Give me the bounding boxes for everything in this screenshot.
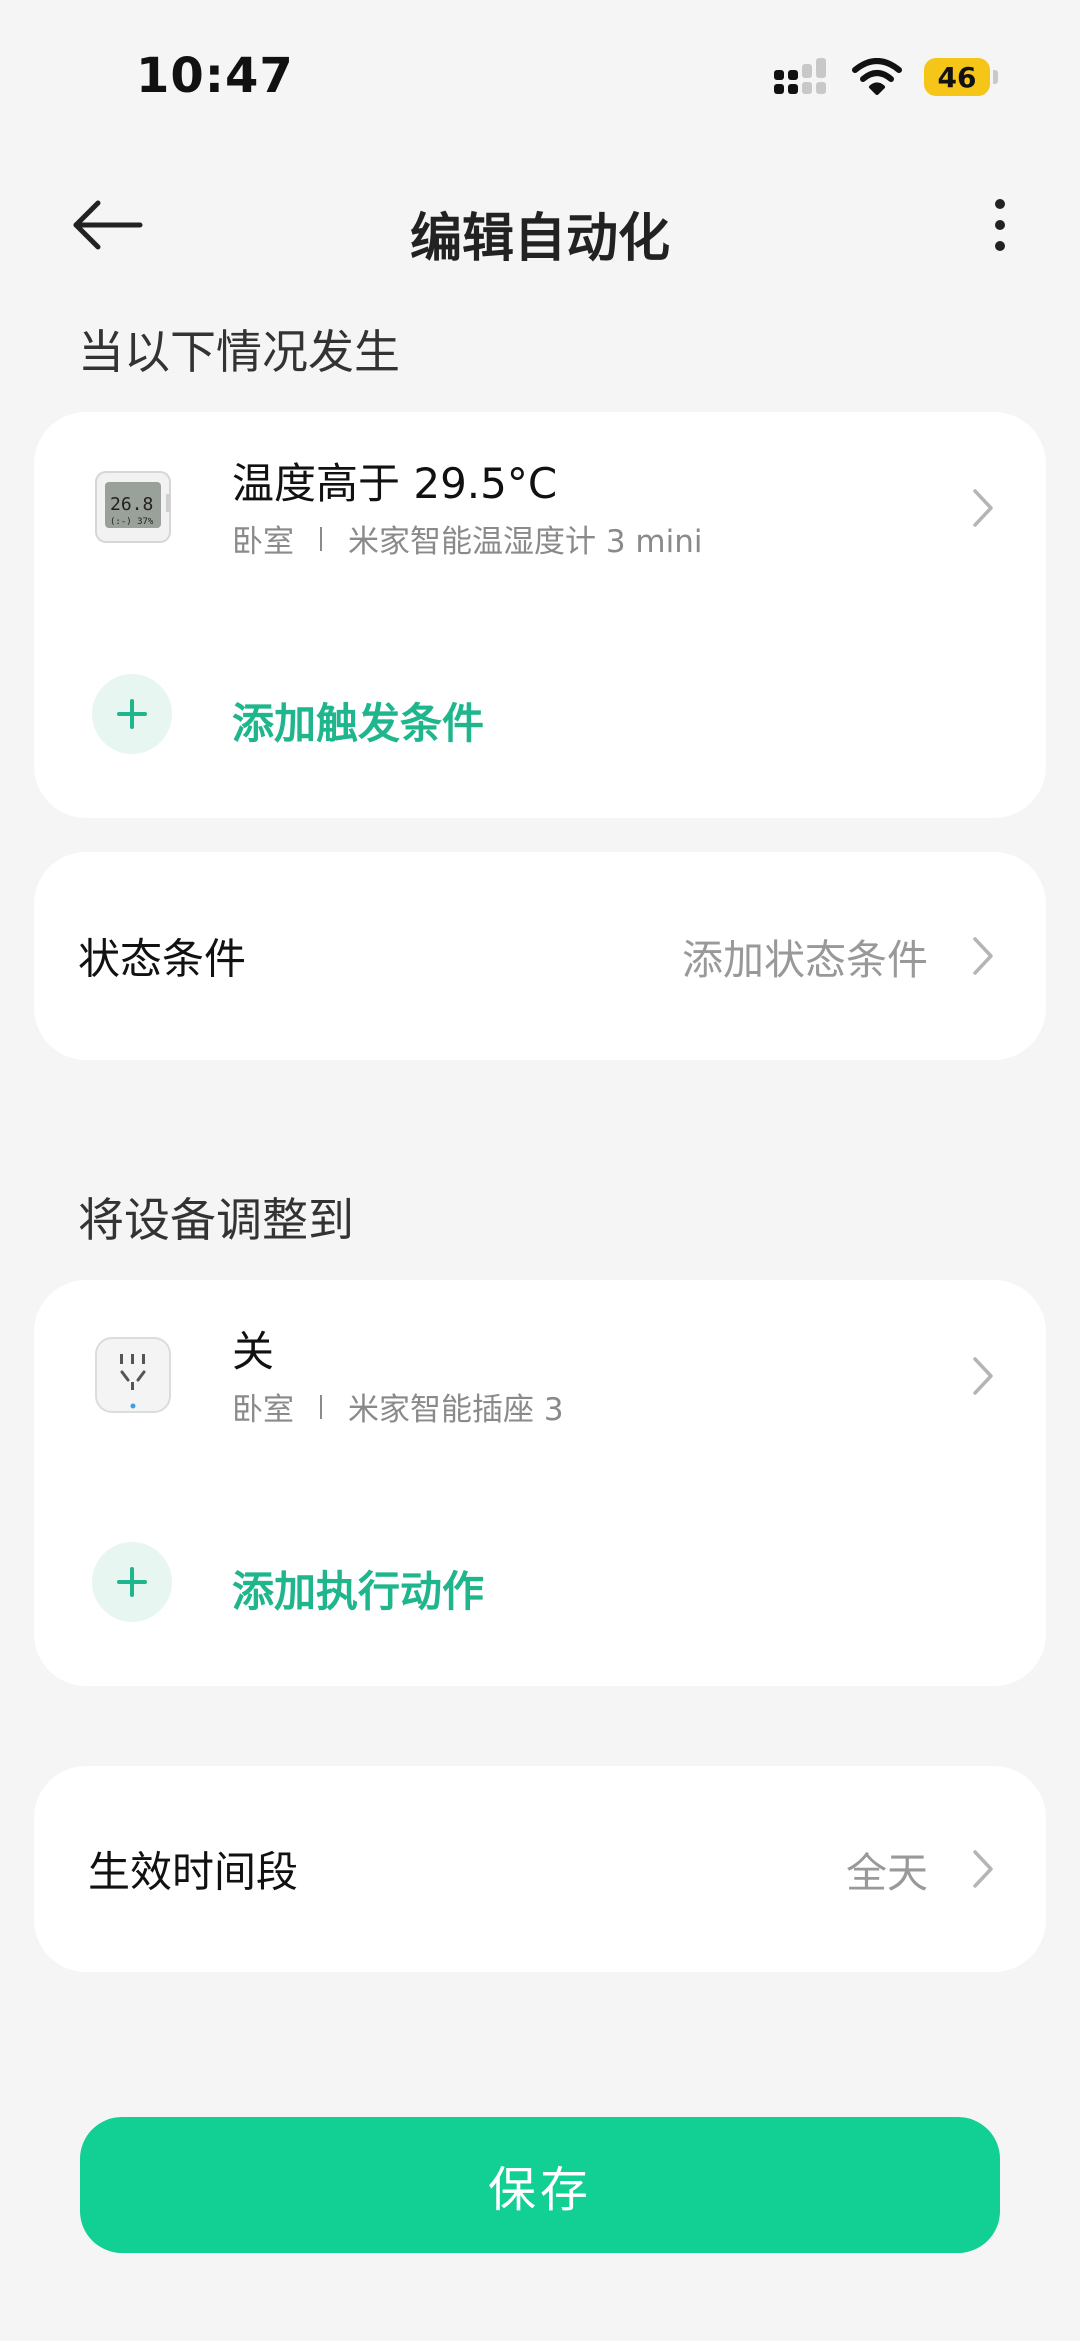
plus-icon (117, 1567, 147, 1597)
add-trigger-button[interactable]: 添加触发条件 (34, 654, 1046, 774)
add-action-button[interactable]: 添加执行动作 (34, 1522, 1046, 1642)
battery-level: 46 (937, 60, 977, 94)
page-title: 编辑自动化 (409, 209, 670, 269)
state-condition-row[interactable]: 状态条件 添加状态条件 (34, 852, 1046, 1060)
trigger-title: 温度高于 29.5°C (232, 459, 558, 508)
effective-time-value: 全天 (846, 1849, 928, 1897)
add-trigger-label: 添加触发条件 (232, 699, 485, 748)
save-button[interactable]: 保存 (80, 2117, 1000, 2253)
action-card: 关 卧室 米家智能插座 3 添加执行动作 (34, 1280, 1046, 1686)
trigger-subtitle: 卧室 米家智能温湿度计 3 mini (232, 516, 703, 561)
action-device: 米家智能插座 3 (348, 1392, 564, 1428)
svg-text:26.8: 26.8 (110, 494, 153, 515)
status-bar: 10:47 46 (0, 0, 1080, 160)
smart-plug-icon (95, 1337, 171, 1413)
header: 编辑自动化 (0, 180, 1080, 270)
chevron-right-icon (973, 1850, 993, 1888)
status-icons: 46 (774, 58, 998, 96)
separator (320, 1394, 322, 1419)
effective-time-card: 生效时间段 全天 (34, 1766, 1046, 1972)
chevron-right-icon (973, 937, 993, 975)
thermometer-icon: 26.8 (:-) 37% (95, 471, 171, 543)
action-subtitle: 卧室 米家智能插座 3 (232, 1384, 564, 1429)
trigger-item[interactable]: 26.8 (:-) 37% 温度高于 29.5°C 卧室 米家智能温湿度计 3 … (34, 412, 1046, 602)
svg-text:(:-) 37%: (:-) 37% (110, 517, 154, 527)
action-item[interactable]: 关 卧室 米家智能插座 3 (34, 1280, 1046, 1470)
state-condition-value: 添加状态条件 (682, 936, 928, 984)
add-action-plus (92, 1542, 172, 1622)
trigger-section-label: 当以下情况发生 (78, 325, 400, 379)
trigger-device: 米家智能温湿度计 3 mini (348, 524, 703, 560)
action-title: 关 (232, 1327, 275, 1376)
add-trigger-plus (92, 674, 172, 754)
action-room: 卧室 (232, 1392, 294, 1428)
effective-time-row[interactable]: 生效时间段 全天 (34, 1766, 1046, 1972)
state-condition-card: 状态条件 添加状态条件 (34, 852, 1046, 1060)
battery-icon: 46 (924, 58, 998, 96)
signal-icon (774, 58, 826, 94)
trigger-card: 26.8 (:-) 37% 温度高于 29.5°C 卧室 米家智能温湿度计 3 … (34, 412, 1046, 818)
chevron-right-icon (973, 489, 993, 527)
effective-time-label: 生效时间段 (88, 1847, 299, 1897)
trigger-room: 卧室 (232, 524, 294, 560)
plus-icon (117, 699, 147, 729)
wifi-icon (852, 58, 902, 95)
action-section-label: 将设备调整到 (78, 1193, 354, 1247)
more-vertical-icon[interactable] (976, 192, 1024, 258)
chevron-right-icon (973, 1357, 993, 1395)
state-condition-label: 状态条件 (78, 934, 247, 984)
separator (320, 526, 322, 551)
status-time: 10:47 (136, 48, 294, 104)
add-action-label: 添加执行动作 (232, 1567, 485, 1616)
